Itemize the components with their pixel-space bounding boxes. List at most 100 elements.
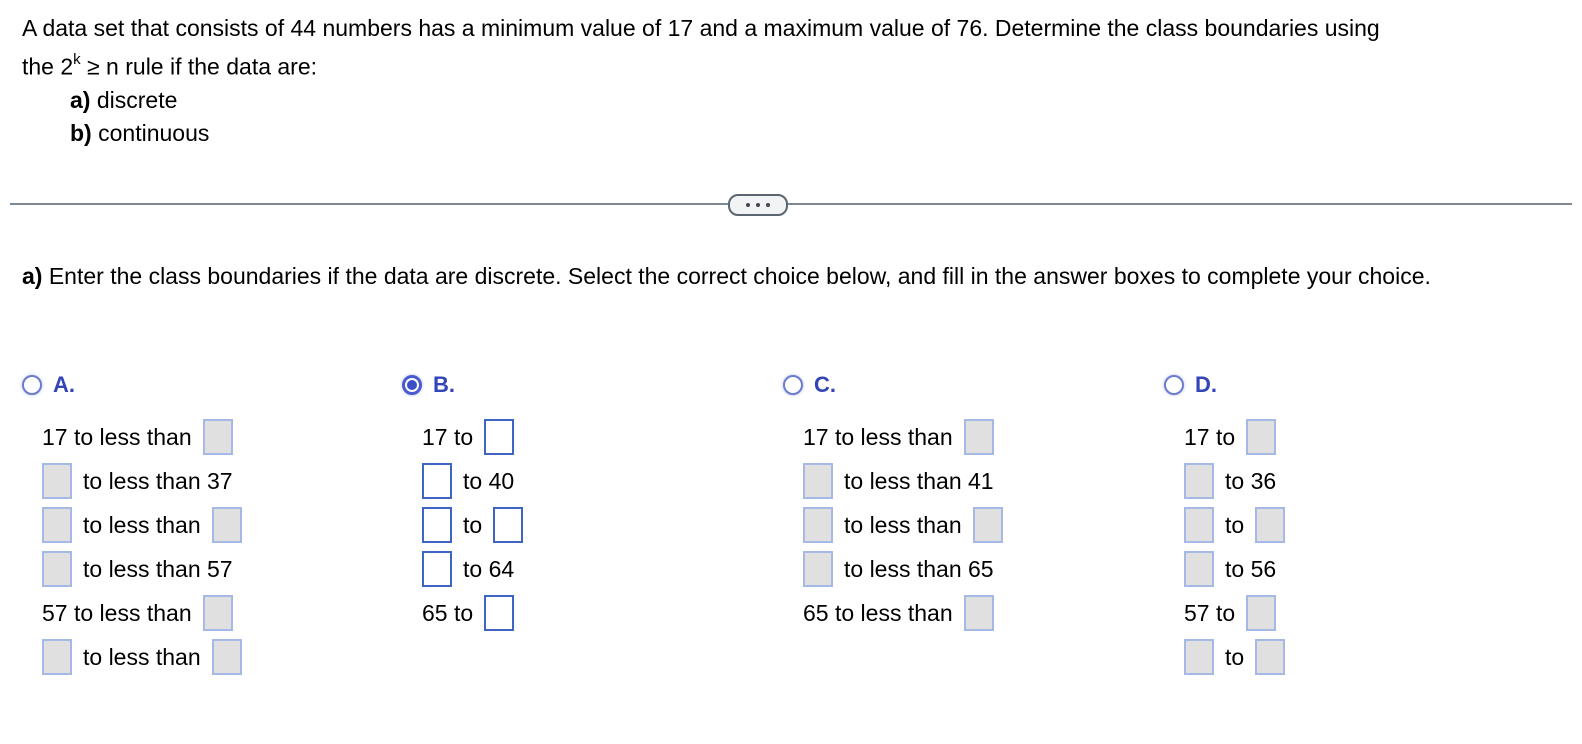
answer-box-end[interactable] xyxy=(963,419,994,455)
row-label: to less than xyxy=(73,599,192,626)
row-label: to xyxy=(1215,423,1236,450)
choice-letter: A. xyxy=(53,372,75,397)
choice-rows: 17 to less than to less than 37 to less th… xyxy=(22,415,242,679)
answer-box-start[interactable] xyxy=(803,551,833,587)
row-label: to less than xyxy=(83,643,201,670)
choice-rows: 17 to to 40 to to 64 65 to xyxy=(402,415,524,635)
answer-box-start[interactable] xyxy=(1184,463,1214,499)
question-text: A data set that consists of 44 numbers h… xyxy=(22,12,1562,150)
row-start-value: 57 xyxy=(42,599,74,626)
answer-box-end[interactable] xyxy=(1255,639,1286,675)
row-start-value: 17 xyxy=(42,423,74,450)
choice-rows: 17 to to 36 to to 56 57 to to xyxy=(1164,415,1286,679)
row-label: to less than xyxy=(844,511,962,538)
answer-box-start[interactable] xyxy=(422,507,452,543)
boundary-row: to 64 xyxy=(402,547,523,591)
boundary-row: 65 to less than xyxy=(783,591,1003,635)
row-start-value: 65 xyxy=(803,599,835,626)
answer-box-start[interactable] xyxy=(42,639,72,675)
question-line-1: A data set that consists of 44 numbers h… xyxy=(22,15,1380,41)
answer-box-end[interactable] xyxy=(484,419,515,455)
choice-radio-option[interactable]: D. xyxy=(1164,370,1285,400)
answer-box-end[interactable] xyxy=(963,595,994,631)
row-label: to less than xyxy=(834,599,953,626)
answer-box-end[interactable] xyxy=(484,595,515,631)
answer-box-start[interactable] xyxy=(422,551,452,587)
answer-box-end[interactable] xyxy=(493,507,524,543)
answer-box-start[interactable] xyxy=(42,463,72,499)
row-label: to xyxy=(1215,599,1236,626)
choice-radio-option[interactable]: A. xyxy=(22,370,242,400)
answer-box-start[interactable] xyxy=(803,463,833,499)
choice-a: A. 17 to less than to less than 37 to less … xyxy=(22,370,242,679)
row-label: to xyxy=(1225,643,1245,670)
row-label: to less than 65 xyxy=(844,555,994,582)
answer-box-start[interactable] xyxy=(42,507,72,543)
answer-box-end[interactable] xyxy=(1246,595,1277,631)
boundary-row: to less than 65 xyxy=(783,547,1003,591)
boundary-row: 17 to xyxy=(402,415,523,459)
answer-box-start[interactable] xyxy=(1184,639,1214,675)
row-label: to 56 xyxy=(1225,555,1277,582)
boundary-row: 65 to xyxy=(402,591,523,635)
answer-box-end[interactable] xyxy=(202,419,233,455)
radio-button[interactable] xyxy=(1164,375,1184,395)
row-label: to 64 xyxy=(463,555,515,582)
question-part-b: b) continuous xyxy=(70,119,210,146)
row-label: to xyxy=(1225,511,1245,538)
row-label: to xyxy=(463,511,483,538)
boundary-row: to xyxy=(1164,503,1286,547)
row-start-value: 17 xyxy=(803,423,835,450)
boundary-row: 57 to less than xyxy=(22,591,242,635)
choice-c: C. 17 to less than to less than 41 to less … xyxy=(783,370,1003,635)
question-line-2: the 2k ≥ n rule if the data are: xyxy=(22,51,318,80)
choice-radio-option[interactable]: C. xyxy=(783,370,1003,400)
row-label: to xyxy=(453,423,474,450)
question-part-a: a) discrete xyxy=(70,86,178,113)
boundary-row: to less than xyxy=(22,635,242,679)
answer-box-end[interactable] xyxy=(202,595,233,631)
answer-box-end[interactable] xyxy=(211,507,242,543)
row-start-value: 17 xyxy=(422,423,454,450)
radio-button[interactable] xyxy=(402,375,422,395)
row-label: to xyxy=(453,599,474,626)
answer-box-end[interactable] xyxy=(972,507,1003,543)
boundary-row: 17 to xyxy=(1164,415,1285,459)
answer-box-end[interactable] xyxy=(1246,419,1277,455)
row-label: to less than 41 xyxy=(844,467,994,494)
boundary-row: to xyxy=(1164,635,1286,679)
exponent-k: k xyxy=(73,51,81,68)
row-start-value: 65 xyxy=(422,599,454,626)
section-divider xyxy=(10,203,1572,205)
ellipsis-icon-dot xyxy=(746,203,750,207)
boundary-row: to 56 xyxy=(1164,547,1285,591)
boundary-row: to less than xyxy=(783,503,1003,547)
answer-box-start[interactable] xyxy=(803,507,833,543)
boundary-row: to less than 41 xyxy=(783,459,1003,503)
row-label: to less than xyxy=(83,511,201,538)
row-start-value: 57 xyxy=(1184,599,1216,626)
row-label: to 40 xyxy=(463,467,515,494)
radio-button[interactable] xyxy=(783,375,803,395)
answer-box-start[interactable] xyxy=(1184,507,1214,543)
answer-box-end[interactable] xyxy=(211,639,242,675)
radio-button[interactable] xyxy=(22,375,42,395)
choice-b: B. 17 to to 40 to to 64 65 to xyxy=(402,370,524,635)
ellipsis-icon-dot xyxy=(756,203,760,207)
answer-box-end[interactable] xyxy=(1255,507,1286,543)
sub-question-text: a) Enter the class boundaries if the dat… xyxy=(22,263,1431,289)
boundary-row: 57 to xyxy=(1164,591,1285,635)
boundary-row: 17 to less than xyxy=(783,415,1003,459)
answer-box-start[interactable] xyxy=(1184,551,1214,587)
choice-radio-option[interactable]: B. xyxy=(402,370,523,400)
answer-box-start[interactable] xyxy=(42,551,72,587)
expand-toggle-button[interactable] xyxy=(728,194,788,216)
boundary-row: 17 to less than xyxy=(22,415,242,459)
answer-box-start[interactable] xyxy=(422,463,452,499)
choice-letter: C. xyxy=(814,372,836,397)
choice-d: D. 17 to to 36 to to 56 57 to to xyxy=(1164,370,1286,679)
row-label: to 36 xyxy=(1225,467,1277,494)
row-label: to less than xyxy=(73,423,192,450)
row-start-value: 17 xyxy=(1184,423,1216,450)
choice-letter: D. xyxy=(1195,372,1217,397)
